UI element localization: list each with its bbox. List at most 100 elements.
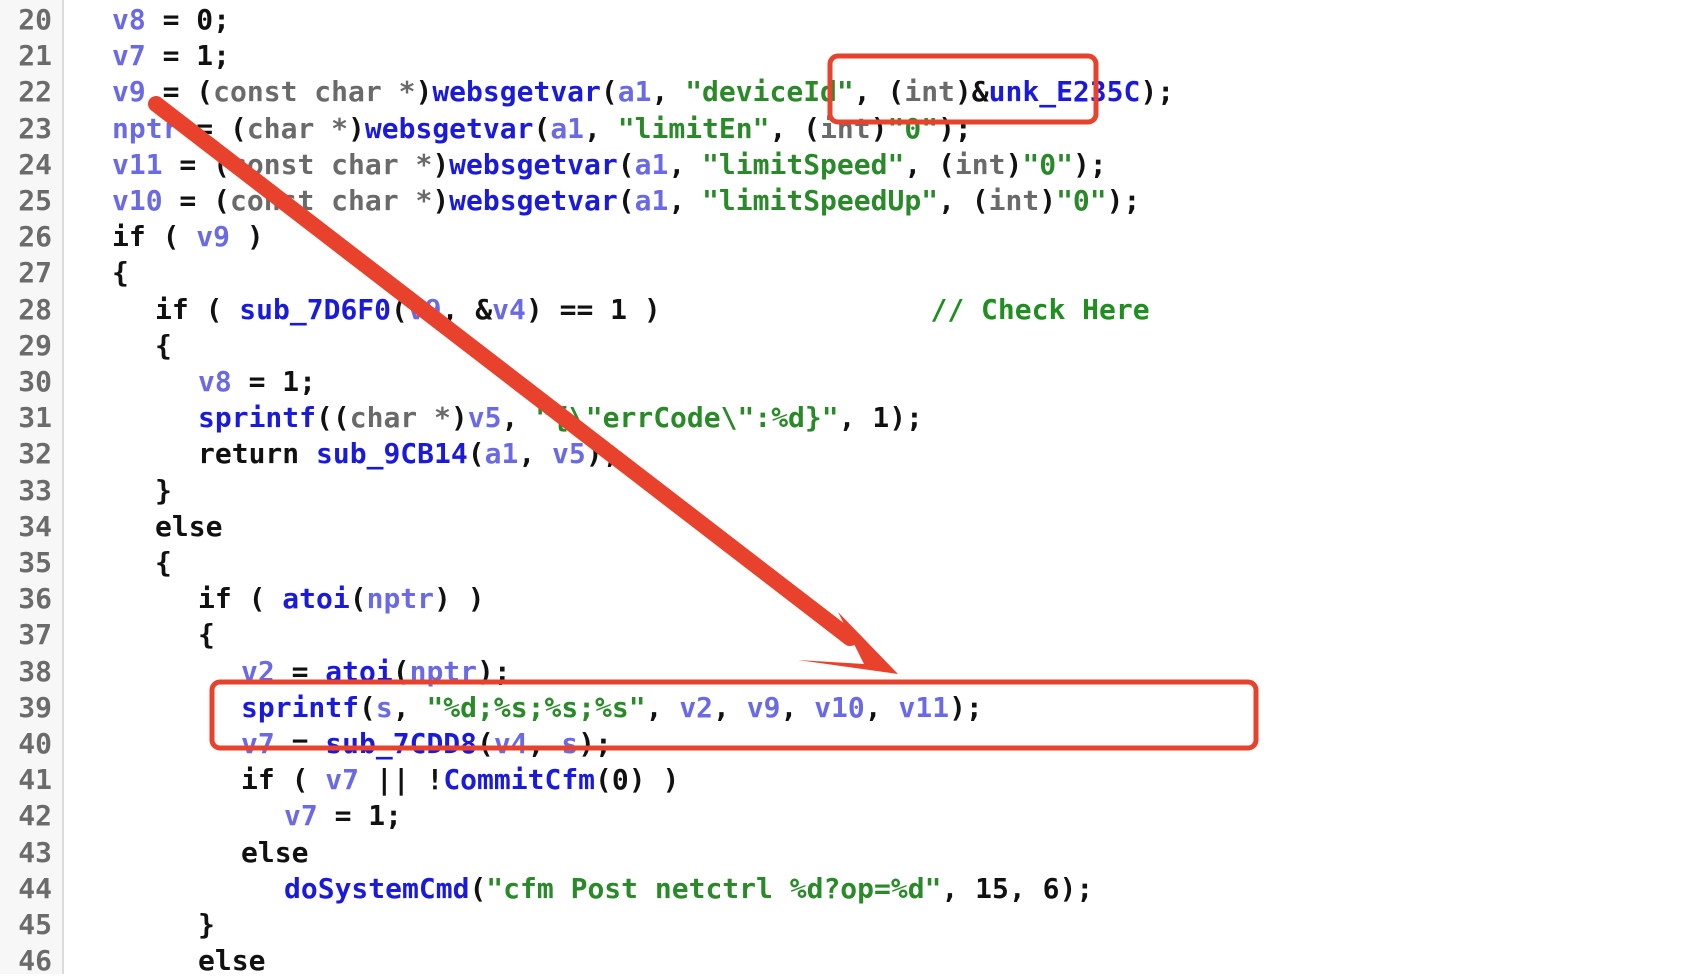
line-number: 22 — [18, 75, 52, 109]
code-token: ( — [469, 871, 487, 905]
code-token: , — [584, 111, 618, 145]
code-line: v9 = (const char *)websgetvar(a1, "devic… — [112, 74, 1174, 110]
code-line: else — [241, 835, 308, 871]
code-token: , ( — [938, 184, 989, 217]
line-number: 24 — [18, 147, 52, 181]
code-token: ( — [477, 727, 494, 760]
code-token: atoi — [325, 654, 393, 688]
code-token: else — [198, 944, 266, 978]
code-token: ( — [617, 147, 635, 181]
line-number: 23 — [18, 111, 52, 145]
code-token: v9 — [112, 75, 146, 109]
code-token: "limitSpeedUp" — [702, 184, 939, 217]
code-token: "limitSpeed" — [702, 147, 905, 181]
code-token: sub_7D6F0 — [239, 292, 392, 326]
code-line: if ( atoi(nptr) ) — [198, 581, 485, 617]
code-token: { — [198, 618, 215, 652]
code-token: a1 — [634, 147, 669, 181]
code-token: else — [155, 509, 223, 543]
code-token: nptr — [366, 582, 435, 616]
code-line: sprintf((char *)v5, "{\"errCode\":%d}", … — [198, 400, 923, 436]
code-token: ) — [870, 111, 888, 145]
line-number: 35 — [18, 546, 52, 579]
code-token: v5 — [467, 401, 502, 435]
code-line: v7 = 1; — [112, 38, 230, 74]
code-token: v7 — [112, 39, 146, 73]
line-number: 37 — [18, 618, 52, 652]
code-token: = — [274, 654, 326, 688]
code-token: ( — [617, 184, 635, 217]
line-number: 33 — [18, 473, 52, 507]
line-number: 36 — [18, 582, 52, 616]
code-token: a1 — [550, 111, 585, 145]
code-token: a1 — [634, 184, 669, 217]
line-number: 43 — [18, 835, 52, 869]
line-number: 20 — [18, 3, 52, 36]
code-token: v10 — [814, 690, 865, 724]
code-token: )& — [954, 75, 989, 109]
code-token: = — [274, 727, 326, 760]
code-token: , — [501, 401, 536, 435]
code-token: int — [904, 75, 955, 109]
code-token: char * — [246, 111, 349, 145]
code-token: v10 — [112, 184, 163, 217]
code-token: v5 — [552, 437, 586, 471]
code-token: ( — [359, 690, 376, 724]
code-token: ); — [578, 727, 612, 760]
code-token: nptr — [112, 111, 180, 145]
code-token: "0" — [1056, 184, 1107, 217]
line-number: 45 — [18, 908, 52, 941]
code-token: v4 — [493, 727, 528, 760]
code-token: int — [988, 184, 1040, 217]
code-token: , — [668, 147, 703, 181]
code-token: ); — [938, 111, 972, 145]
code-token: ) — [432, 147, 450, 181]
code-line: else — [155, 509, 222, 545]
code-token: if ( — [198, 582, 283, 616]
code-token: , — [713, 690, 747, 724]
code-token: || ! — [359, 763, 444, 797]
code-token: v7 — [325, 763, 360, 797]
code-line: v7 = sub_7CDD8(v4, s); — [241, 726, 612, 762]
code-token: , — [645, 690, 680, 724]
line-number: 41 — [18, 763, 52, 797]
line-number: 27 — [18, 256, 52, 290]
code-line: nptr = (char *)websgetvar(a1, "limitEn",… — [112, 111, 972, 147]
code-token: if ( — [112, 220, 197, 254]
code-token: ) — [450, 401, 468, 435]
code-token: unk_E235C — [988, 75, 1141, 109]
code-line: { — [155, 328, 172, 364]
code-token: int — [820, 111, 871, 145]
code-token: ); — [949, 690, 983, 724]
code-token: ) — [415, 75, 433, 109]
code-token: ( — [467, 437, 485, 471]
code-token: sprintf — [241, 690, 360, 724]
line-number: 31 — [18, 401, 52, 435]
code-viewer: 20 21 22 23 24 25 26 27 28 29 30 31 32 33 34 35 36 37 38 39… — [0, 0, 1692, 978]
code-token: const char * — [230, 184, 433, 217]
code-token: "0" — [887, 111, 939, 145]
code-token: else — [241, 835, 309, 869]
code-token: (0) ) — [595, 763, 680, 797]
code-token: = ( — [162, 147, 231, 181]
code-token: a1 — [484, 437, 519, 471]
line-number: 40 — [18, 727, 52, 760]
code-token: v7 — [241, 727, 275, 760]
code-token: , 1); — [838, 401, 923, 435]
code-token: , ( — [769, 111, 821, 145]
line-number: 34 — [18, 509, 52, 543]
code-token: sprintf — [198, 401, 317, 435]
code-token: { — [112, 256, 129, 290]
line-number: 21 — [18, 39, 52, 73]
code-token: sub_7CDD8 — [325, 727, 478, 760]
line-number: 30 — [18, 365, 52, 398]
code-line: sprintf(s, "%d;%s;%s;%s", v2, v9, v10, v… — [241, 690, 983, 726]
code-token: , 15, 6); — [941, 871, 1094, 905]
code-token: s — [561, 727, 579, 760]
code-token: , ( — [853, 75, 905, 109]
code-token: ) — [432, 184, 450, 217]
code-token: nptr — [409, 654, 478, 688]
code-token: "0" — [1022, 147, 1073, 181]
code-token: CommitCfm — [443, 763, 596, 797]
line-number-gutter: 20 21 22 23 24 25 26 27 28 29 30 31 32 33 34 35 36 37 38 39… — [0, 0, 64, 977]
